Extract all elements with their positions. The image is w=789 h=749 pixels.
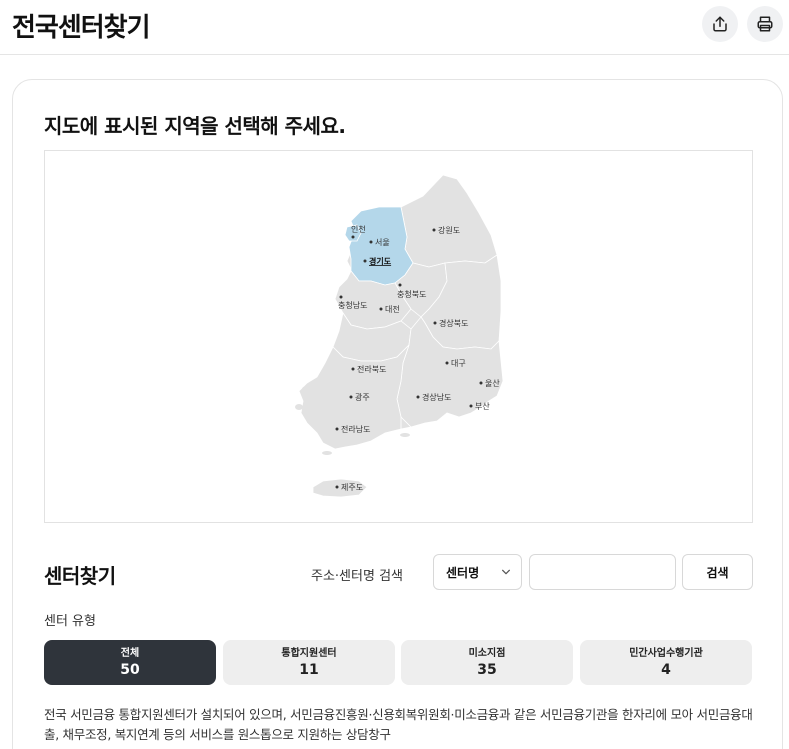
map-heading: 지도에 표시된 지역을 선택해 주세요.: [44, 114, 346, 138]
center-finder-card: 지도에 표시된 지역을 선택해 주세요. 인천 서울 경기도 강원도 충청북도 …: [12, 79, 783, 749]
type-tab-name: 미소지점: [468, 647, 506, 659]
print-icon: [757, 16, 773, 32]
type-tab-name: 전체: [120, 647, 140, 659]
search-input[interactable]: [529, 554, 676, 590]
region-gangwon[interactable]: [400, 174, 498, 268]
svg-text:광주: 광주: [355, 392, 370, 402]
region-label-gyeongbuk[interactable]: 경상북도: [433, 318, 469, 328]
chevron-down-icon: [502, 569, 510, 575]
type-tab-count: 11: [299, 661, 319, 678]
svg-text:충청북도: 충청북도: [397, 290, 426, 299]
region-label-jeonbuk[interactable]: 전라북도: [351, 364, 387, 374]
map-island: [400, 433, 410, 437]
map-island: [302, 386, 312, 392]
svg-text:경상남도: 경상남도: [422, 392, 451, 402]
svg-text:대구: 대구: [451, 359, 466, 368]
svg-text:대전: 대전: [385, 304, 400, 314]
region-label-gyeongnam[interactable]: 경상남도: [416, 392, 452, 402]
type-tab-count: 4: [661, 661, 671, 678]
map-island: [295, 404, 303, 410]
svg-text:울산: 울산: [485, 378, 500, 388]
search-label: 주소·센터명 검색: [311, 569, 403, 584]
search-button[interactable]: 검색: [682, 554, 753, 590]
type-tab-integrated[interactable]: 통합지원센터 11: [223, 640, 395, 685]
page-header: 전국센터찾기: [0, 0, 789, 55]
type-tab-private[interactable]: 민간사업수행기관 4: [580, 640, 752, 685]
svg-text:제주도: 제주도: [341, 483, 363, 492]
share-icon: [713, 16, 727, 32]
type-tab-count: 50: [120, 661, 140, 678]
type-tab-name: 통합지원센터: [281, 647, 337, 659]
share-button[interactable]: [702, 6, 738, 42]
center-description: 전국 서민금융 통합지원센터가 설치되어 있으며, 서민금융진흥원·신용회복위원…: [44, 707, 753, 742]
center-type-label: 센터 유형: [44, 614, 96, 629]
svg-text:부산: 부산: [475, 401, 490, 411]
type-tab-all[interactable]: 전체 50: [44, 640, 216, 685]
print-button[interactable]: [747, 6, 783, 42]
map-island: [322, 451, 332, 455]
svg-text:전라남도: 전라남도: [341, 424, 370, 434]
svg-text:전라북도: 전라북도: [357, 364, 386, 374]
korea-map: 인천 서울 경기도 강원도 충청북도 충청남도 대전 경상북도 대구 전라북도 …: [44, 150, 753, 523]
svg-text:충청남도: 충청남도: [338, 301, 367, 310]
type-tab-name: 민간사업수행기관: [629, 647, 703, 659]
svg-text:서울: 서울: [375, 238, 390, 247]
svg-text:경상북도: 경상북도: [439, 318, 468, 328]
type-tab-miso[interactable]: 미소지점 35: [401, 640, 573, 685]
page-title: 전국센터찾기: [12, 13, 151, 43]
finder-title: 센터찾기: [44, 564, 116, 588]
region-label-jeonnam[interactable]: 전라남도: [335, 424, 371, 434]
svg-text:경기도: 경기도: [369, 256, 392, 266]
type-tab-count: 35: [477, 661, 497, 678]
search-type-select[interactable]: 센터명: [433, 554, 522, 590]
svg-text:인천: 인천: [351, 224, 366, 234]
svg-text:강원도: 강원도: [438, 225, 460, 235]
search-type-value: 센터명: [446, 565, 480, 580]
